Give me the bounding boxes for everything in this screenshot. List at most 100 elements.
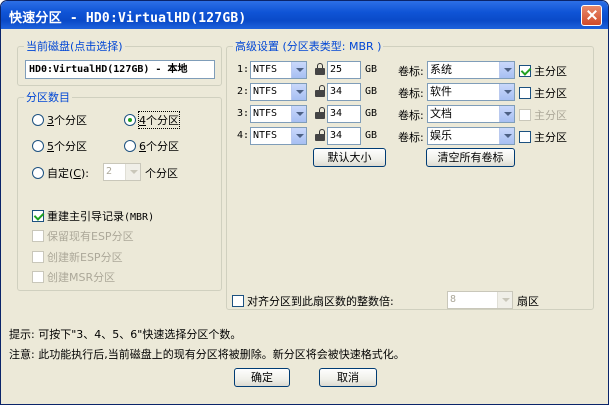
- row-3-volume-label-caption: 卷标:: [398, 109, 424, 122]
- custom-count-select[interactable]: 2: [103, 163, 141, 181]
- row-3-primary-label: 主分区: [534, 109, 567, 122]
- row-4-primary-checkbox[interactable]: 主分区: [519, 129, 567, 145]
- row-3-fs-select[interactable]: NTFS: [250, 105, 307, 123]
- create-msr-checkbox[interactable]: 创建MSR分区: [32, 269, 115, 285]
- row-2-fs-select[interactable]: NTFS: [250, 83, 307, 101]
- row-1-fs-select[interactable]: NTFS: [250, 61, 307, 79]
- row-2-volume-label-select[interactable]: 软件: [427, 83, 515, 101]
- chevron-down-icon: [125, 164, 140, 180]
- row-1-unit: GB: [365, 64, 378, 75]
- radio-3-partitions-label: 3个分区: [47, 114, 87, 127]
- radio-custom-label: 自定(C):: [47, 167, 89, 180]
- radio-3-partitions[interactable]: 3个分区: [32, 112, 87, 128]
- quick-partition-dialog: 快速分区 - HD0:VirtualHD(127GB) 当前磁盘(点击选择) H…: [0, 0, 609, 405]
- row-4-index: 4:: [237, 130, 250, 141]
- row-4-volume-label-value: 娱乐: [430, 129, 452, 142]
- chevron-down-icon: [291, 106, 306, 122]
- lock-icon[interactable]: [315, 63, 325, 75]
- align-partitions-box: [232, 295, 244, 307]
- row-1-volume-label-value: 系统: [430, 63, 452, 76]
- create-esp-box: [32, 251, 44, 263]
- cancel-button[interactable]: 取消: [319, 368, 377, 387]
- radio-3-partitions-circle: [32, 114, 44, 126]
- radio-6-partitions-label: 6个分区: [139, 140, 179, 153]
- create-esp-checkbox[interactable]: 创建新ESP分区: [32, 249, 123, 265]
- row-3-primary-checkbox[interactable]: 主分区: [519, 107, 567, 123]
- align-partitions-label: 对齐分区到此扇区数的整数倍:: [247, 295, 394, 308]
- row-3-fs-value: NTFS: [253, 108, 278, 119]
- unlock-icon[interactable]: [315, 85, 325, 97]
- row-1-volume-label-caption: 卷标:: [398, 65, 424, 78]
- radio-4-partitions-label: 4个分区: [138, 111, 180, 129]
- ok-button[interactable]: 确定: [234, 368, 290, 387]
- unlock-icon[interactable]: [315, 107, 325, 119]
- radio-custom-partitions[interactable]: 自定(C):: [32, 165, 89, 181]
- current-disk-selector[interactable]: HD0:VirtualHD(127GB) - 本地: [25, 60, 215, 79]
- row-4-fs-select[interactable]: NTFS: [250, 127, 307, 145]
- create-esp-label: 创建新ESP分区: [47, 251, 123, 264]
- row-4-size-input[interactable]: 34: [327, 127, 361, 145]
- window-title: 快速分区 - HD0:VirtualHD(127GB): [9, 11, 247, 26]
- row-2-volume-label-caption: 卷标:: [398, 87, 424, 100]
- radio-5-partitions[interactable]: 5个分区: [32, 138, 87, 154]
- chevron-down-icon: [291, 128, 306, 144]
- title-bar[interactable]: 快速分区 - HD0:VirtualHD(127GB): [1, 1, 608, 29]
- chevron-down-icon: [497, 292, 512, 308]
- create-msr-label: 创建MSR分区: [47, 271, 116, 284]
- align-partitions-checkbox[interactable]: 对齐分区到此扇区数的整数倍:: [232, 293, 394, 309]
- current-disk-group-title: 当前磁盘(点击选择): [24, 40, 125, 53]
- clear-all-labels-button[interactable]: 清空所有卷标: [426, 148, 515, 167]
- row-2-primary-box: [519, 87, 531, 99]
- hint-tip: 提示: 可按下"3、4、5、6"快速选择分区个数。: [9, 328, 242, 341]
- rebuild-mbr-checkbox[interactable]: 重建主引导记录(MBR): [32, 208, 154, 224]
- radio-6-partitions-circle: [124, 140, 136, 152]
- row-1-size-input[interactable]: 25: [327, 61, 361, 79]
- row-1-volume-label-select[interactable]: 系统: [427, 61, 515, 79]
- row-3-volume-label-value: 文档: [430, 107, 452, 120]
- partition-count-group-title: 分区数目: [24, 91, 72, 104]
- custom-count-suffix: 个分区: [145, 167, 178, 180]
- row-2-unit: GB: [365, 86, 378, 97]
- row-2-volume-label-value: 软件: [430, 85, 452, 98]
- radio-5-partitions-circle: [32, 140, 44, 152]
- radio-5-partitions-label: 5个分区: [47, 140, 87, 153]
- row-3-volume-label-select[interactable]: 文档: [427, 105, 515, 123]
- row-4-primary-box: [519, 131, 531, 143]
- chevron-down-icon: [499, 62, 514, 78]
- keep-esp-box: [32, 230, 44, 242]
- row-1-primary-label: 主分区: [534, 65, 567, 78]
- radio-4-partitions-circle: [124, 114, 136, 126]
- chevron-down-icon: [499, 84, 514, 100]
- unlock-icon[interactable]: [315, 129, 325, 141]
- radio-6-partitions[interactable]: 6个分区: [124, 138, 179, 154]
- row-2-fs-value: NTFS: [253, 86, 278, 97]
- default-size-button[interactable]: 默认大小: [313, 148, 386, 167]
- close-icon[interactable]: [581, 5, 602, 26]
- align-sector-select[interactable]: 8: [447, 291, 513, 309]
- rebuild-mbr-box: [32, 210, 44, 222]
- row-1-fs-value: NTFS: [253, 64, 278, 75]
- advanced-settings-group-title: 高级设置 (分区表类型: MBR ): [233, 40, 384, 53]
- keep-esp-checkbox[interactable]: 保留现有ESP分区: [32, 228, 134, 244]
- radio-4-partitions[interactable]: 4个分区: [124, 111, 180, 129]
- row-4-unit: GB: [365, 130, 378, 141]
- row-3-index: 3:: [237, 108, 250, 119]
- row-4-primary-label: 主分区: [534, 131, 567, 144]
- chevron-down-icon: [499, 128, 514, 144]
- align-sector-suffix: 扇区: [517, 295, 539, 308]
- row-2-size-input[interactable]: 34: [327, 83, 361, 101]
- row-3-primary-box: [519, 109, 531, 121]
- row-4-volume-label-select[interactable]: 娱乐: [427, 127, 515, 145]
- row-2-primary-checkbox[interactable]: 主分区: [519, 85, 567, 101]
- align-sector-value: 8: [450, 294, 457, 305]
- row-3-unit: GB: [365, 108, 378, 119]
- row-3-size-input[interactable]: 34: [327, 105, 361, 123]
- row-1-primary-checkbox[interactable]: 主分区: [519, 63, 567, 79]
- hint-note: 注意: 此功能执行后,当前磁盘上的现有分区将被删除。新分区将会被快速格式化。: [9, 348, 405, 361]
- chevron-down-icon: [291, 84, 306, 100]
- row-4-fs-value: NTFS: [253, 130, 278, 141]
- row-1-primary-box: [519, 65, 531, 77]
- create-msr-box: [32, 271, 44, 283]
- chevron-down-icon: [291, 62, 306, 78]
- row-1-index: 1:: [237, 64, 250, 75]
